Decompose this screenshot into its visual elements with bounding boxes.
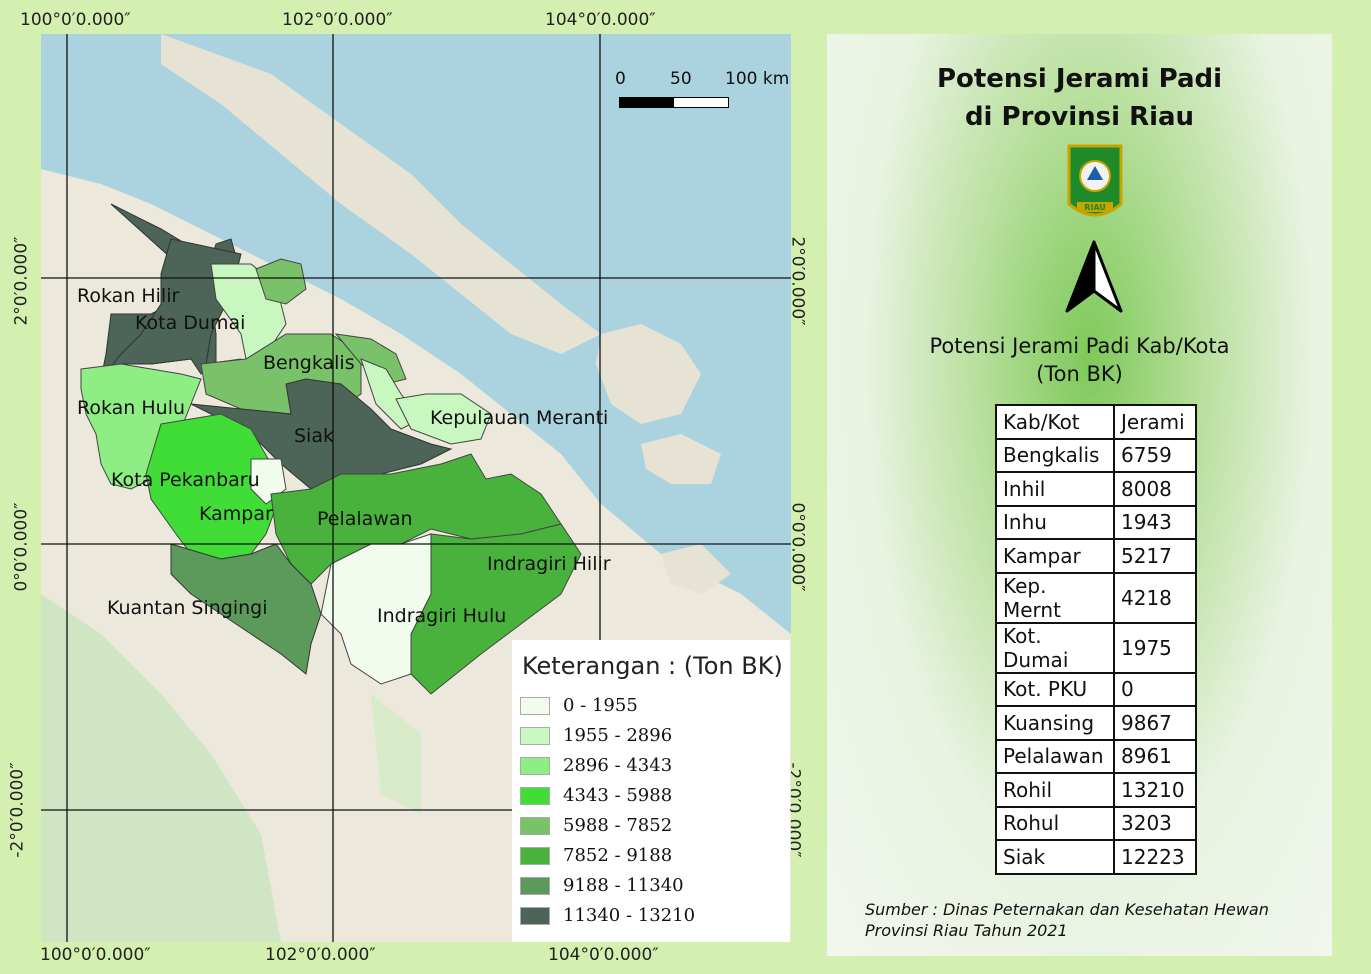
coord-bottom-102: 102°0′0.000″ — [265, 945, 376, 965]
source-line2: Provinsi Riau Tahun 2021 — [865, 921, 1068, 940]
table-subtitle-line1: Potensi Jerami Padi Kab/Kota — [929, 334, 1230, 358]
table-cell-jerami: 8961 — [1113, 738, 1197, 774]
coord-top-102: 102°0′0.000″ — [282, 10, 393, 30]
table-header-row: Kab/Kot Jerami — [995, 404, 1197, 440]
table-row: Inhu 1943 — [995, 504, 1197, 540]
coord-top-104: 104°0′0.000″ — [545, 10, 656, 30]
label-kampar: Kampar — [199, 503, 273, 525]
table-row: Bengkalis 6759 — [995, 437, 1197, 473]
table-cell-kabkot: Kot. PKU — [995, 671, 1115, 707]
table-cell-kabkot: Bengkalis — [995, 437, 1115, 473]
table-cell-jerami: 1975 — [1113, 621, 1197, 674]
scale-segment-black — [619, 97, 675, 108]
legend-swatch — [520, 907, 550, 925]
table-row: Kep. Mernt 4218 — [995, 571, 1197, 624]
table-cell-jerami: 12223 — [1113, 839, 1197, 875]
label-rokan-hilir: Rokan Hilir — [77, 285, 180, 307]
table-row: Rohil 13210 — [995, 772, 1197, 808]
scale-tick-50: 50 — [670, 69, 692, 89]
label-indragiri-hulu: Indragiri Hulu — [377, 605, 507, 627]
table-row: Pelalawan 8961 — [995, 738, 1197, 774]
legend-swatch — [520, 847, 550, 865]
legend-label: 4343 - 5988 — [563, 785, 673, 806]
coord-bottom-104: 104°0′0.000″ — [548, 945, 659, 965]
table-cell-jerami: 8008 — [1113, 471, 1197, 507]
coord-left-2s: -2°0′0.000″ — [7, 762, 28, 858]
legend-label: 7852 - 9188 — [563, 845, 673, 866]
table-cell-kabkot: Rohil — [995, 772, 1115, 808]
table-cell-jerami: 0 — [1113, 671, 1197, 707]
table-row: Kot. Dumai 1975 — [995, 621, 1197, 674]
legend-title: Keterangan : (Ton BK) — [522, 652, 783, 680]
legend-label: 0 - 1955 — [563, 695, 638, 716]
table-row: Kuansing 9867 — [995, 705, 1197, 741]
map-layout-frame: 100°0′0.000″ 102°0′0.000″ 104°0′0.000″ 1… — [0, 0, 1371, 974]
scale-bar: 0 50 100 km — [613, 69, 791, 109]
label-rokan-hulu: Rokan Hulu — [77, 397, 186, 419]
table-cell-jerami: 3203 — [1113, 805, 1197, 841]
table-cell-kabkot: Kep. Mernt — [995, 571, 1115, 624]
scale-tick-0: 0 — [615, 69, 626, 89]
legend-label: 9188 - 11340 — [563, 875, 684, 896]
scale-tick-100: 100 km — [725, 69, 790, 89]
legend-swatch — [520, 787, 550, 805]
table-cell-jerami: 6759 — [1113, 437, 1197, 473]
label-indragiri-hilir: Indragiri Hilir — [487, 553, 611, 575]
coord-left-0: 0°0′0.000″ — [11, 502, 32, 592]
source-note: Sumber : Dinas Peternakan dan Kesehatan … — [865, 899, 1269, 941]
table-cell-jerami: 5217 — [1113, 538, 1197, 574]
legend-swatch — [520, 727, 550, 745]
table-cell-kabkot: Rohul — [995, 805, 1115, 841]
legend-swatch — [520, 757, 550, 775]
table-cell-kabkot: Kot. Dumai — [995, 621, 1115, 674]
table-subtitle-line2: (Ton BK) — [1036, 362, 1123, 386]
map-title-line2: di Provinsi Riau — [964, 102, 1195, 132]
label-bengkalis: Bengkalis — [263, 352, 355, 374]
table-row: Kampar 5217 — [995, 538, 1197, 574]
table-cell-jerami: 1943 — [1113, 504, 1197, 540]
info-panel: Potensi Jerami Padi di Provinsi Riau RIA… — [827, 34, 1332, 956]
table-cell-kabkot: Kampar — [995, 538, 1115, 574]
coord-bottom-100: 100°0′0.000″ — [40, 945, 151, 965]
north-arrow-icon — [1065, 240, 1123, 313]
label-siak: Siak — [294, 425, 334, 447]
source-line1: Sumber : Dinas Peternakan dan Kesehatan … — [865, 900, 1269, 919]
scale-segment-white — [673, 97, 729, 108]
label-kuantan-singingi: Kuantan Singingi — [107, 597, 268, 619]
coord-left-2n: 2°0′0.000″ — [11, 236, 32, 326]
table-header-kabkot: Kab/Kot — [995, 404, 1115, 440]
table-cell-kabkot: Kuansing — [995, 705, 1115, 741]
legend-swatch — [520, 877, 550, 895]
table-cell-jerami: 4218 — [1113, 571, 1197, 624]
legend-label: 5988 - 7852 — [563, 815, 673, 836]
table-cell-jerami: 13210 — [1113, 772, 1197, 808]
legend-label: 2896 - 4343 — [563, 755, 673, 776]
table-cell-jerami: 9867 — [1113, 705, 1197, 741]
map-legend: Keterangan : (Ton BK) 0 - 1955 1955 - 289… — [512, 640, 790, 942]
table-row: Rohul 3203 — [995, 805, 1197, 841]
svg-text:RIAU: RIAU — [1084, 203, 1106, 212]
label-pelalawan: Pelalawan — [317, 508, 413, 530]
data-table: Kab/Kot Jerami Bengkalis 6759 Inhil 8008 Inh… — [995, 404, 1197, 875]
map-title-line1: Potensi Jerami Padi — [936, 64, 1223, 94]
legend-label: 11340 - 13210 — [563, 905, 696, 926]
label-kota-dumai: Kota Dumai — [135, 312, 246, 334]
riau-logo-icon: RIAU — [1067, 144, 1123, 217]
label-kepulauan-meranti: Kepulauan Meranti — [430, 407, 609, 429]
coord-top-100: 100°0′0.000″ — [20, 10, 131, 30]
table-row: Inhil 8008 — [995, 471, 1197, 507]
legend-label: 1955 - 2896 — [563, 725, 673, 746]
table-row: Siak 12223 — [995, 839, 1197, 875]
legend-swatch — [520, 817, 550, 835]
label-kota-pekanbaru: Kota Pekanbaru — [111, 469, 260, 491]
table-header-jerami: Jerami — [1113, 404, 1197, 440]
table-cell-kabkot: Pelalawan — [995, 738, 1115, 774]
table-cell-kabkot: Siak — [995, 839, 1115, 875]
table-cell-kabkot: Inhil — [995, 471, 1115, 507]
legend-swatch — [520, 697, 550, 715]
table-cell-kabkot: Inhu — [995, 504, 1115, 540]
table-row: Kot. PKU 0 — [995, 671, 1197, 707]
